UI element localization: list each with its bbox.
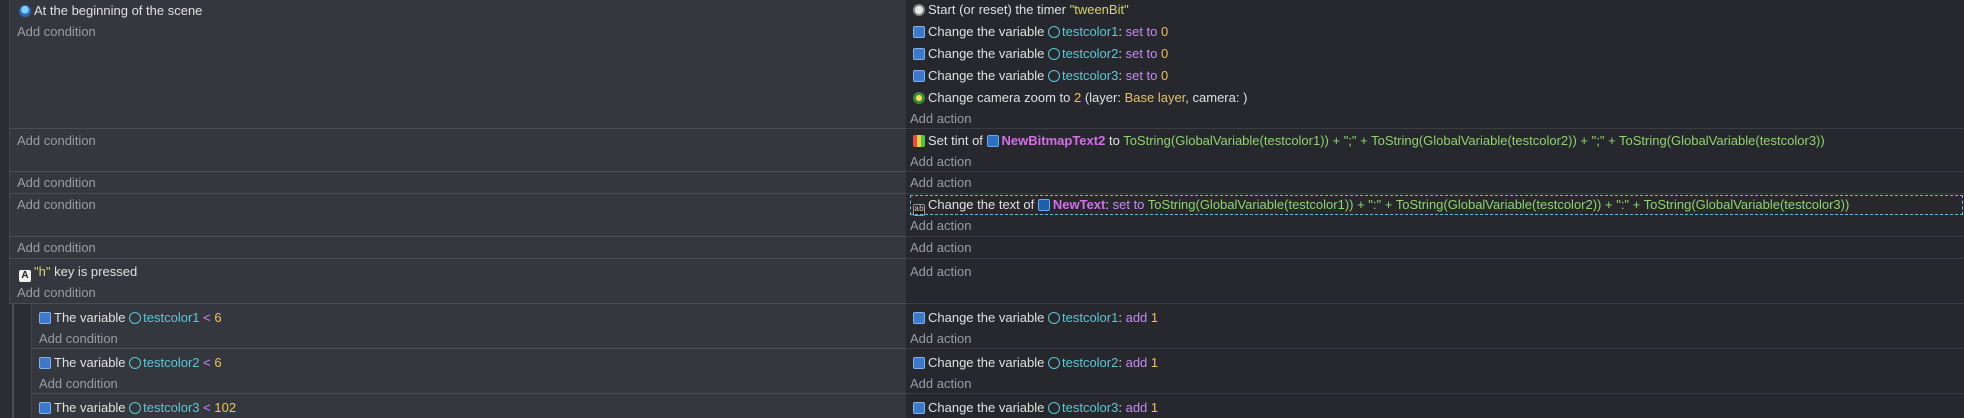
action-start-timer[interactable]: Start (or reset) the timer "tweenBit"	[913, 0, 1129, 20]
global-variable-icon	[129, 402, 142, 414]
event-set-tint[interactable]: Add condition Set tint of NewBitmapText2…	[0, 129, 1964, 172]
event-scene-start[interactable]: At the beginning of the scene Add condit…	[0, 0, 1964, 129]
add-action-link[interactable]: Add action	[910, 109, 971, 129]
tint-icon	[913, 135, 925, 147]
variable-icon	[913, 402, 925, 414]
conditions-area[interactable]: The variable testcolor1 < 6 Add conditio…	[32, 304, 906, 349]
global-variable-icon	[1047, 48, 1060, 60]
variable-icon	[913, 357, 925, 369]
conditions-area[interactable]: Add condition	[10, 172, 906, 194]
actions-area[interactable]: Add action	[906, 172, 1964, 194]
add-action-link[interactable]: Add action	[910, 262, 971, 282]
add-condition-link[interactable]: Add condition	[39, 329, 118, 349]
action-set-tint[interactable]: Set tint of NewBitmapText2 to ToString(G…	[913, 131, 1825, 151]
subevent-gutter[interactable]	[0, 349, 32, 394]
action-change-variable[interactable]: Change the variable testcolor3: set to 0	[913, 66, 1168, 86]
variable-icon	[913, 70, 925, 82]
global-variable-icon	[1047, 26, 1060, 38]
actions-area[interactable]: Change the variable testcolor1: add 1 Ad…	[906, 304, 1964, 349]
condition-compare-variable[interactable]: The variable testcolor3 < 102	[39, 398, 236, 418]
camera-icon	[913, 92, 925, 104]
event-gutter[interactable]	[0, 237, 10, 259]
action-change-variable[interactable]: Change the variable testcolor3: add 1	[913, 398, 1158, 418]
conditions-area[interactable]: The variable testcolor2 < 6 Add conditio…	[32, 349, 906, 394]
actions-area[interactable]: Set tint of NewBitmapText2 to ToString(G…	[906, 129, 1964, 172]
global-variable-icon	[1047, 312, 1060, 324]
action-camera-zoom[interactable]: Change camera zoom to 2 (layer: Base lay…	[913, 88, 1247, 108]
text-object-icon	[1037, 199, 1050, 211]
events-sheet: At the beginning of the scene Add condit…	[0, 0, 1964, 418]
event-gutter[interactable]	[0, 259, 10, 304]
condition-compare-variable[interactable]: The variable testcolor1 < 6	[39, 308, 222, 328]
actions-area[interactable]: Start (or reset) the timer "tweenBit" Ch…	[906, 0, 1964, 129]
add-action-link[interactable]: Add action	[910, 152, 971, 172]
variable-icon	[913, 26, 925, 38]
event-gutter[interactable]	[0, 172, 10, 194]
action-change-variable[interactable]: Change the variable testcolor2: add 1	[913, 353, 1158, 373]
variable-icon	[913, 48, 925, 60]
variable-icon	[39, 402, 51, 414]
event-gutter[interactable]	[0, 0, 10, 129]
event-empty[interactable]: Add condition Add action	[0, 237, 1964, 259]
condition-scene-start[interactable]: At the beginning of the scene	[19, 1, 202, 21]
action-change-variable[interactable]: Change the variable testcolor1: add 1	[913, 308, 1158, 328]
variable-icon	[913, 312, 925, 324]
conditions-area[interactable]: The variable testcolor3 < 102	[32, 394, 906, 418]
global-variable-icon	[1047, 402, 1060, 414]
conditions-area[interactable]: Add condition	[10, 129, 906, 172]
actions-area[interactable]: Add action	[906, 259, 1964, 304]
condition-compare-variable[interactable]: The variable testcolor2 < 6	[39, 353, 222, 373]
global-variable-icon	[1047, 70, 1060, 82]
event-gutter[interactable]	[0, 194, 10, 237]
action-change-variable[interactable]: Change the variable testcolor2: set to 0	[913, 44, 1168, 64]
conditions-area[interactable]: Add condition	[10, 237, 906, 259]
event-gutter[interactable]	[0, 129, 10, 172]
keyboard-icon: A	[19, 270, 31, 282]
subevent-testcolor3[interactable]: The variable testcolor3 < 102 Change the…	[0, 394, 1964, 418]
variable-icon	[39, 357, 51, 369]
text-icon: ab	[913, 204, 925, 216]
global-variable-icon	[129, 312, 142, 324]
subevent-gutter[interactable]	[0, 394, 32, 418]
variable-icon	[39, 312, 51, 324]
conditions-area[interactable]: Add condition	[10, 194, 906, 237]
add-condition-link[interactable]: Add condition	[17, 131, 96, 151]
add-condition-link[interactable]: Add condition	[17, 22, 96, 42]
condition-key-pressed[interactable]: A "h" key is pressed	[19, 262, 137, 282]
action-change-variable[interactable]: Change the variable testcolor1: set to 0	[913, 22, 1168, 42]
add-condition-link[interactable]: Add condition	[17, 173, 96, 193]
timer-icon	[913, 4, 925, 16]
add-action-link[interactable]: Add action	[910, 216, 971, 236]
add-condition-link[interactable]: Add condition	[17, 283, 96, 303]
add-action-link[interactable]: Add action	[910, 238, 971, 258]
add-condition-link[interactable]: Add condition	[39, 374, 118, 394]
global-variable-icon	[129, 357, 142, 369]
action-change-text[interactable]: ab Change the text of NewText: set to ToS…	[910, 195, 1963, 216]
global-variable-icon	[1047, 357, 1060, 369]
add-condition-link[interactable]: Add condition	[17, 195, 96, 215]
conditions-area[interactable]: A "h" key is pressed Add condition	[10, 259, 906, 304]
event-key-pressed[interactable]: A "h" key is pressed Add condition Add ac…	[0, 259, 1964, 304]
subevent-gutter[interactable]	[0, 304, 32, 349]
actions-area[interactable]: Add action	[906, 237, 1964, 259]
actions-area[interactable]: Change the variable testcolor3: add 1	[906, 394, 1964, 418]
bitmap-text-object-icon	[986, 135, 999, 147]
actions-area[interactable]: ab Change the text of NewText: set to ToS…	[906, 194, 1964, 237]
event-empty[interactable]: Add condition Add action	[0, 172, 1964, 194]
add-action-link[interactable]: Add action	[910, 329, 971, 349]
event-change-text[interactable]: Add condition ab Change the text of NewTe…	[0, 194, 1964, 237]
add-action-link[interactable]: Add action	[910, 173, 971, 193]
add-condition-link[interactable]: Add condition	[17, 238, 96, 258]
scene-icon	[19, 5, 31, 17]
subevent-testcolor2[interactable]: The variable testcolor2 < 6 Add conditio…	[0, 349, 1964, 394]
subevent-testcolor1[interactable]: The variable testcolor1 < 6 Add conditio…	[0, 304, 1964, 349]
conditions-area[interactable]: At the beginning of the scene Add condit…	[10, 0, 906, 129]
add-action-link[interactable]: Add action	[910, 374, 971, 394]
actions-area[interactable]: Change the variable testcolor2: add 1 Ad…	[906, 349, 1964, 394]
